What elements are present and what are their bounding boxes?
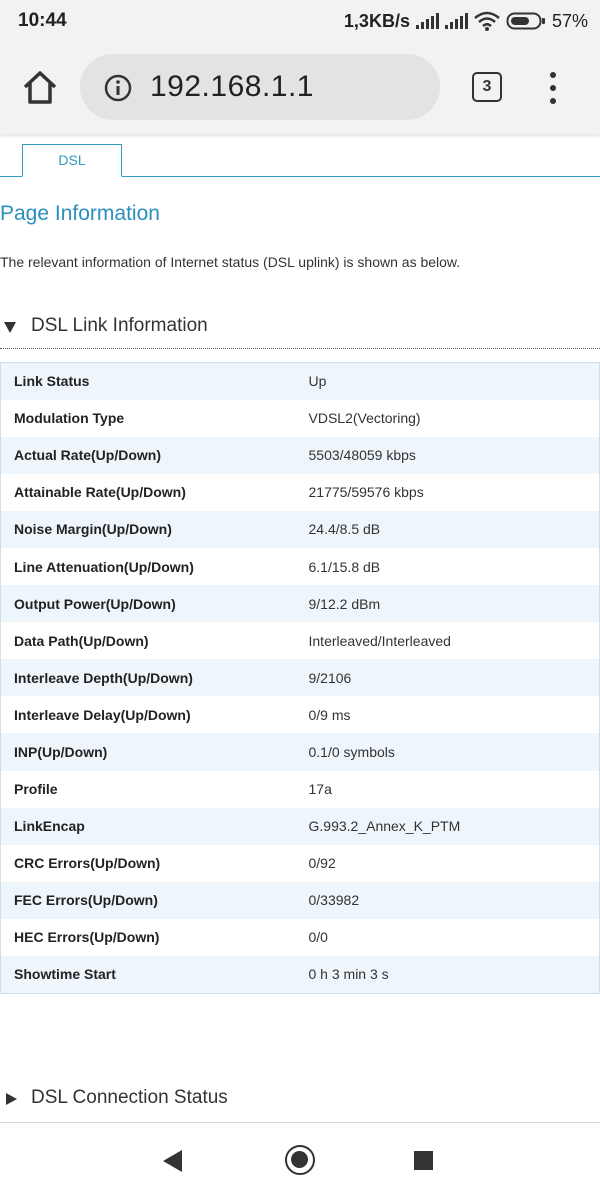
row-label: Attainable Rate(Up/Down) xyxy=(14,484,186,501)
row-value: 0/9 ms xyxy=(308,706,351,723)
page-title: Page Information xyxy=(0,202,160,225)
home-circle-icon[interactable] xyxy=(285,1145,315,1175)
page-description: The relevant information of Internet sta… xyxy=(0,254,461,270)
row-label: Modulation Type xyxy=(14,410,125,427)
back-icon[interactable] xyxy=(163,1150,182,1172)
table-row: Noise Margin(Up/Down) 24.4/8.5 dB xyxy=(0,510,600,548)
url-text[interactable]: 192.168.1.1 xyxy=(150,70,314,104)
signal-icon-2 xyxy=(444,13,468,29)
signal-icon xyxy=(415,13,439,29)
status-indicators: 1,3KB/s 57% xyxy=(344,10,588,32)
row-value: 0/92 xyxy=(308,855,336,872)
home-icon[interactable] xyxy=(20,68,60,108)
table-row: Link Status Up xyxy=(0,362,600,400)
collapse-triangle-icon xyxy=(4,322,16,333)
section-title: DSL Link Information xyxy=(31,315,208,336)
battery-icon xyxy=(506,12,545,30)
row-value: 9/2106 xyxy=(308,669,352,686)
network-speed: 1,3KB/s xyxy=(343,10,410,31)
wifi-icon xyxy=(474,11,500,31)
table-row: Actual Rate(Up/Down) 5503/48059 kbps xyxy=(0,436,600,474)
row-value: 0 h 3 min 3 s xyxy=(308,966,389,983)
row-label: FEC Errors(Up/Down) xyxy=(14,892,158,909)
row-value: 6.1/15.8 dB xyxy=(308,558,381,575)
table-row: HEC Errors(Up/Down) 0/0 xyxy=(0,918,600,956)
row-value: 9/12.2 dBm xyxy=(308,595,381,612)
row-label: Data Path(Up/Down) xyxy=(14,632,149,649)
table-row: Output Power(Up/Down) 9/12.2 dBm xyxy=(0,585,600,623)
table-row: Modulation Type VDSL2(Vectoring) xyxy=(0,399,600,437)
row-value: Up xyxy=(308,373,327,390)
status-time: 10:44 xyxy=(18,10,67,31)
section-title: DSL Connection Status xyxy=(31,1087,228,1108)
info-icon[interactable] xyxy=(104,74,132,102)
row-value: Interleaved/Interleaved xyxy=(308,632,451,649)
table-row: Interleave Delay(Up/Down) 0/9 ms xyxy=(0,696,600,734)
row-value: 24.4/8.5 dB xyxy=(308,521,381,538)
table-row: Data Path(Up/Down) Interleaved/Interleave… xyxy=(0,622,600,660)
url-bar[interactable]: 192.168.1.1 xyxy=(80,54,440,120)
navigation-bar xyxy=(0,1123,600,1200)
table-row: Line Attenuation(Up/Down) 6.1/15.8 dB xyxy=(0,547,600,586)
table-row: Profile 17a xyxy=(0,770,600,808)
row-value: 0/33982 xyxy=(308,892,360,909)
row-label: Link Status xyxy=(14,373,90,390)
table-row: Attainable Rate(Up/Down) 21775/59576 kbps xyxy=(0,473,600,511)
status-bar: 10:44 1,3KB/s 57% xyxy=(0,0,600,42)
row-value: 0.1/0 symbols xyxy=(308,743,395,760)
row-label: Interleave Delay(Up/Down) xyxy=(14,706,191,723)
menu-icon[interactable] xyxy=(544,70,562,106)
table-row: INP(Up/Down) 0.1/0 symbols xyxy=(0,733,600,771)
row-label: Profile xyxy=(14,781,58,798)
section-dsl-connection-status[interactable]: DSL Connection Status xyxy=(0,1085,600,1115)
tab-dsl[interactable]: DSL xyxy=(22,144,122,177)
row-value: 5503/48059 kbps xyxy=(308,447,416,464)
dsl-link-info-table: Link Status Up Modulation Type VDSL2(Vecto… xyxy=(0,362,600,994)
row-label: HEC Errors(Up/Down) xyxy=(14,929,160,946)
table-row: CRC Errors(Up/Down) 0/92 xyxy=(0,844,600,882)
row-value: G.993.2_Annex_K_PTM xyxy=(308,818,461,835)
section-divider xyxy=(0,348,600,349)
battery-percent: 57% xyxy=(551,10,588,31)
row-value: 21775/59576 kbps xyxy=(308,484,424,501)
row-label: Showtime Start xyxy=(14,966,116,983)
row-value: VDSL2(Vectoring) xyxy=(308,410,421,427)
row-label: Noise Margin(Up/Down) xyxy=(14,521,172,538)
row-label: Actual Rate(Up/Down) xyxy=(14,447,161,464)
row-value: 17a xyxy=(308,781,332,798)
row-label: Interleave Depth(Up/Down) xyxy=(14,669,193,686)
recents-icon[interactable] xyxy=(414,1151,433,1170)
row-value: 0/0 xyxy=(308,929,328,946)
row-label: INP(Up/Down) xyxy=(14,743,108,760)
table-row: LinkEncap G.993.2_Annex_K_PTM xyxy=(0,807,600,845)
row-label: Line Attenuation(Up/Down) xyxy=(14,558,194,575)
table-row: Interleave Depth(Up/Down) 9/2106 xyxy=(0,659,600,697)
expand-triangle-icon xyxy=(6,1093,17,1105)
row-label: CRC Errors(Up/Down) xyxy=(14,855,161,872)
table-row: Showtime Start 0 h 3 min 3 s xyxy=(0,956,600,994)
tabs-icon[interactable]: 3 xyxy=(472,72,502,102)
table-row: FEC Errors(Up/Down) 0/33982 xyxy=(0,881,600,919)
row-label: LinkEncap xyxy=(14,818,85,835)
browser-toolbar: 192.168.1.1 3 xyxy=(0,42,600,134)
row-label: Output Power(Up/Down) xyxy=(14,595,176,612)
section-dsl-link-information[interactable]: DSL Link Information xyxy=(0,313,600,343)
